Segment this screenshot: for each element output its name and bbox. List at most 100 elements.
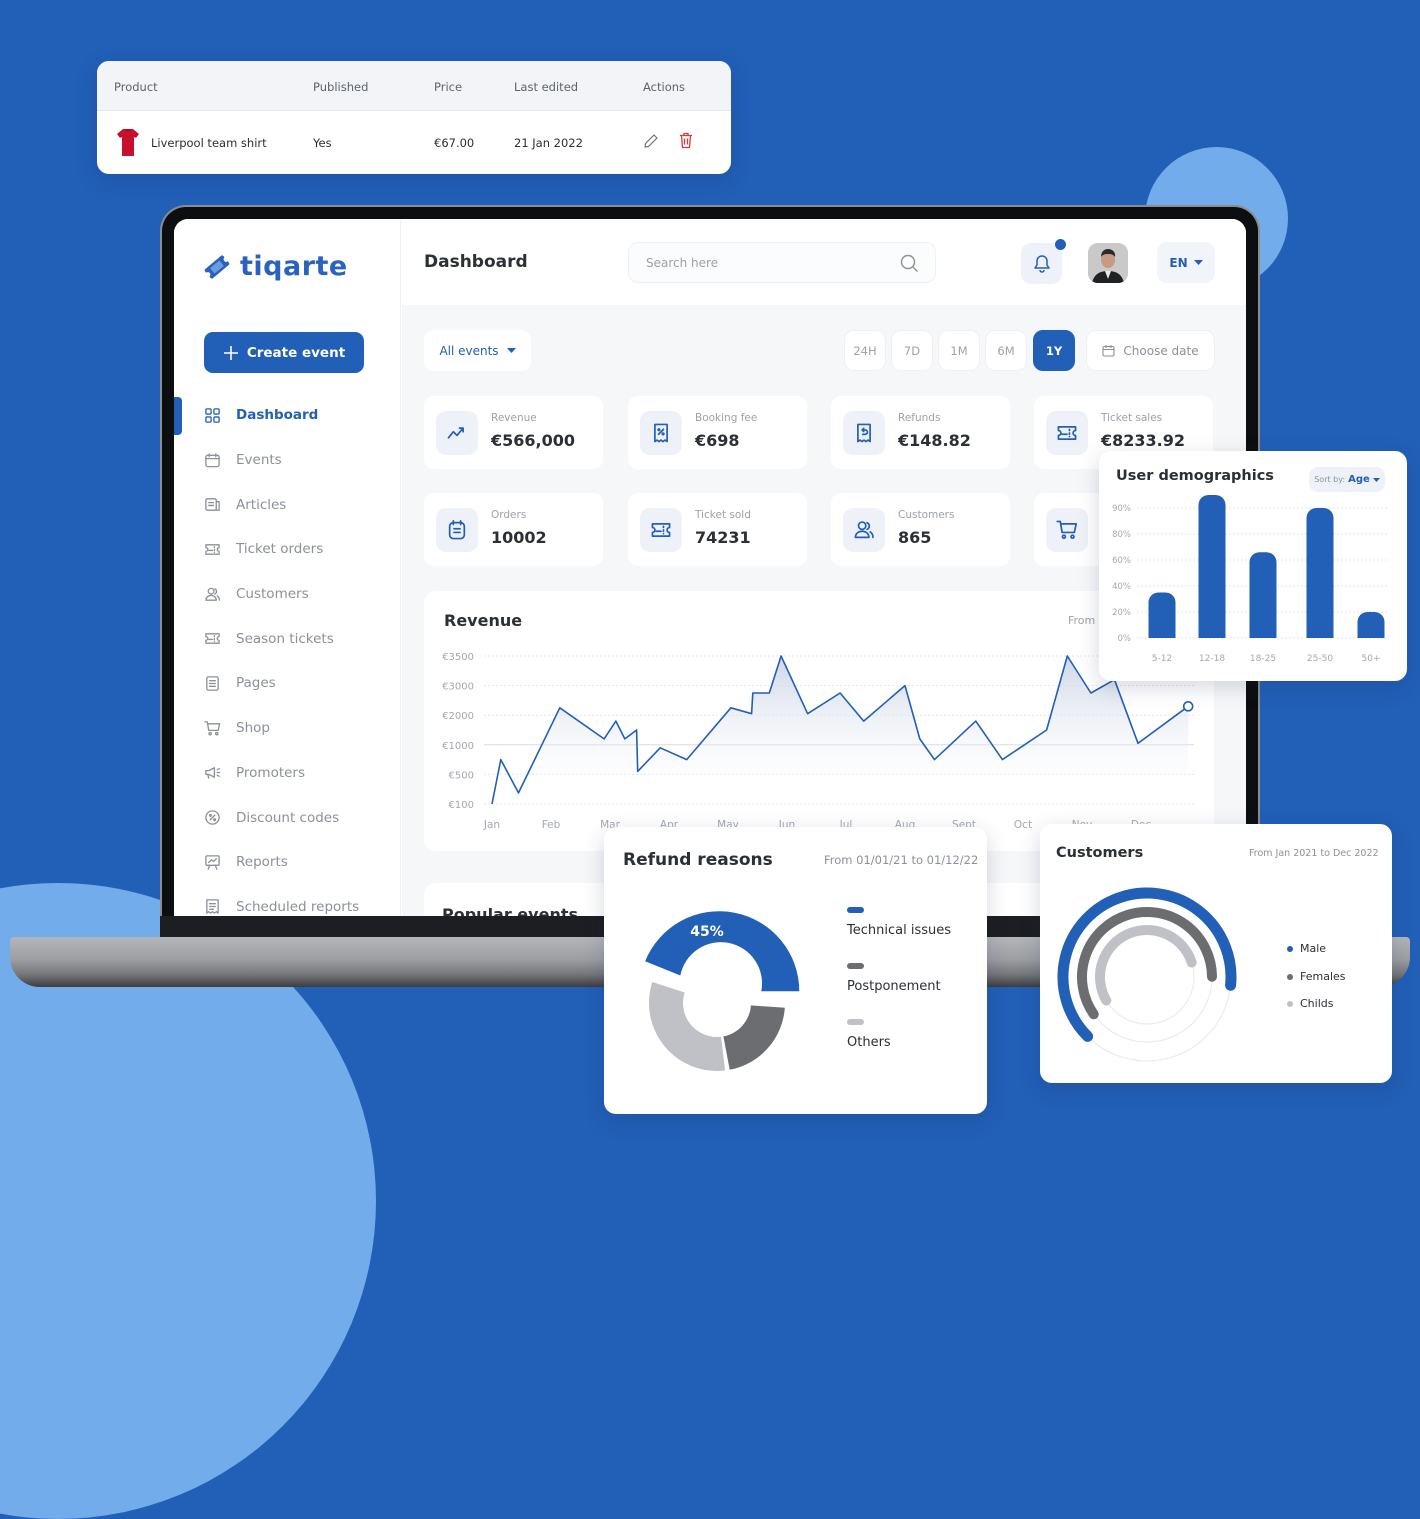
sidebar-item-label: Season tickets [236,631,334,647]
stat-card-customers[interactable]: Customers865 [831,493,1010,566]
receipt-icon [204,898,221,915]
top-bar: Dashboard EN [402,219,1246,305]
calendar-icon [1102,344,1115,357]
stat-label: Refunds [898,412,940,424]
stat-card-booking-fee[interactable]: Booking fee€698 [628,396,807,469]
article-icon [204,496,221,513]
legend-item-others: Others [847,1035,891,1050]
period-7d[interactable]: 7D [891,330,933,371]
revenue-point-marker[interactable] [1184,702,1193,711]
ticket-icon [204,630,221,647]
legend-dot [1287,974,1293,980]
period-1m[interactable]: 1M [938,330,980,371]
stat-value: €148.82 [898,431,971,450]
user-demographics-card: User demographics Sort by: Age 0%20%40%6… [1099,451,1407,681]
create-event-label: Create event [247,345,345,361]
sidebar-item-reports[interactable]: Reports [174,840,400,885]
notifications-button[interactable] [1021,243,1062,284]
cart-icon [1046,508,1088,552]
legend-dot [1287,1001,1293,1007]
presentation-icon [204,854,221,871]
product-name[interactable]: Liverpool team shirt [151,136,267,150]
sidebar-item-scheduled-reports[interactable]: Scheduled reports [174,885,400,916]
ticket-icon [640,508,682,552]
x-tick-label: Feb [542,819,561,831]
y-tick-label: €500 [449,770,474,781]
edit-icon[interactable] [643,133,659,149]
sidebar-item-events[interactable]: Events [174,438,400,483]
y-tick-label: 60% [1112,556,1131,566]
stat-card-refunds[interactable]: Refunds €148.82 [831,396,1010,469]
column-header-actions[interactable]: Actions [643,80,685,94]
stat-label: Orders [491,509,526,521]
legend-item-male: Male [1287,942,1326,955]
sidebar-item-discount-codes[interactable]: Discount codes [174,795,400,840]
sidebar-item-pages[interactable]: Pages [174,661,400,706]
grid-icon [204,407,221,424]
stat-value: €8233.92 [1101,431,1185,450]
legend-item-childs: Childs [1287,997,1333,1010]
stat-value: 10002 [491,528,547,547]
legend-swatch [847,1019,864,1025]
column-header-price[interactable]: Price [434,80,462,94]
choose-date-label: Choose date [1123,344,1198,358]
sidebar-item-ticket-orders[interactable]: Ticket orders [174,527,400,572]
customers-card: Customers From Jan 2021 to Dec 2022 Male… [1040,824,1392,1083]
y-tick-label: €3500 [442,652,474,663]
page-icon [204,675,221,692]
y-tick-label: 0% [1118,634,1132,644]
stat-card-ticket-sold[interactable]: Ticket sold74231 [628,493,807,566]
x-tick-label: 5-12 [1152,654,1172,664]
bar-12-18 [1199,495,1226,638]
stat-card-revenue[interactable]: Revenue€566,000 [424,396,603,469]
column-header-last-edited[interactable]: Last edited [514,80,578,94]
logo[interactable]: tiqarte [202,251,348,282]
y-tick-label: 40% [1112,582,1131,592]
stat-value: €566,000 [491,431,575,450]
sidebar-item-season-tickets[interactable]: Season tickets [174,616,400,661]
sidebar-item-customers[interactable]: Customers [174,572,400,617]
column-header-published[interactable]: Published [313,80,368,94]
sidebar-item-articles[interactable]: Articles [174,482,400,527]
users-icon [843,508,885,552]
events-dropdown[interactable]: All events [424,330,531,371]
language-selector[interactable]: EN [1157,242,1215,283]
period-6m[interactable]: 6M [985,330,1027,371]
sidebar-item-promoters[interactable]: Promoters [174,751,400,796]
caret-down-icon [507,348,516,353]
table-row[interactable]: Liverpool team shirt Yes €67.00 21 Jan 2… [97,111,731,174]
sidebar-item-dashboard[interactable]: Dashboard [174,393,400,438]
slice-label: 45% [690,924,724,940]
ticket-logo-icon [202,253,232,281]
delete-icon[interactable] [679,132,693,149]
refund-donut-chart: 45% [604,827,987,1114]
trend-up-icon [436,411,478,455]
product-table-card: ProductPublishedPriceLast editedActions … [97,61,731,174]
sidebar-item-label: Discount codes [236,810,339,826]
plus-icon [223,345,239,361]
x-tick-label: Oct [1014,819,1032,831]
x-tick-label: 12-18 [1199,654,1225,664]
search-input[interactable] [629,243,869,282]
notification-dot [1055,239,1066,250]
choose-date-button[interactable]: Choose date [1086,330,1215,371]
users-icon [204,586,221,603]
sidebar-nav: DashboardEventsArticlesTicket ordersCust… [174,393,400,916]
sidebar-item-shop[interactable]: Shop [174,706,400,751]
receipt-percent-icon [640,411,682,455]
product-table-header: Product Published Price Last edited Actions [97,61,731,111]
create-event-button[interactable]: Create event [204,332,364,373]
stat-card-orders[interactable]: Orders 10002 [424,493,603,566]
period-1y[interactable]: 1Y [1033,330,1075,371]
period-24h[interactable]: 24H [844,330,886,371]
calendar-icon [204,452,221,469]
search-icon[interactable] [900,254,919,273]
column-header-product[interactable]: Product [114,80,158,94]
bar-50+ [1358,612,1385,638]
user-avatar[interactable] [1088,243,1128,283]
shirt-thumbnail [116,128,140,157]
radial-bar-childs [1100,930,1192,1000]
bar-18-25 [1250,552,1277,638]
page-title: Dashboard [424,252,528,272]
laptop-screen: tiqarte Create event DashboardEventsArti… [174,219,1246,916]
